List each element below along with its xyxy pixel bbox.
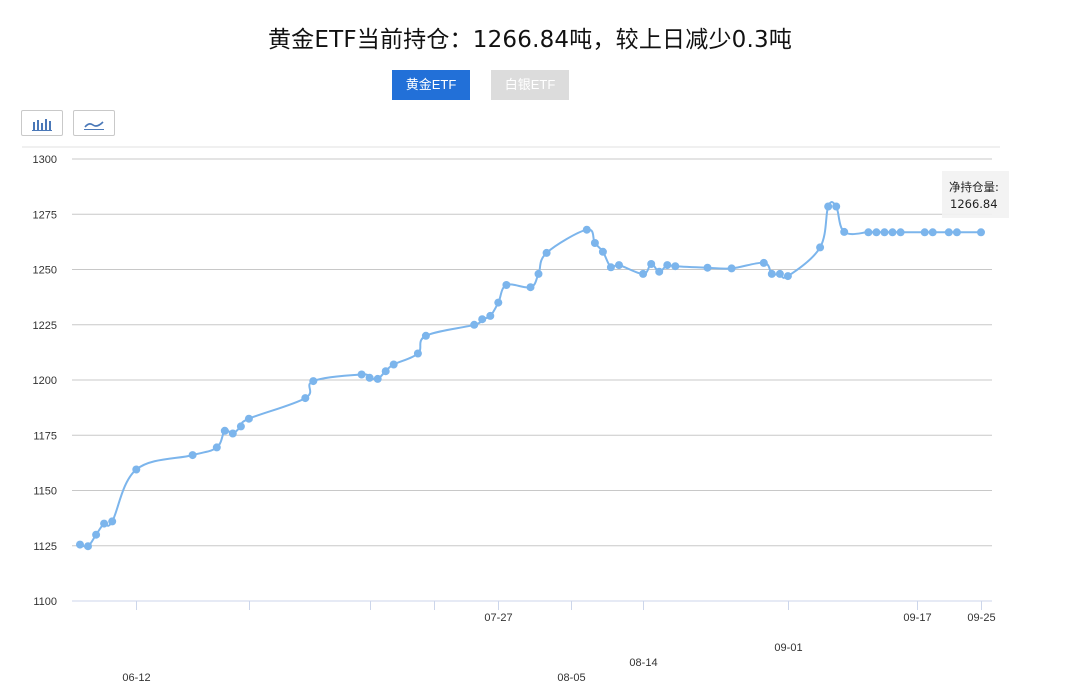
data-point[interactable] <box>502 281 511 289</box>
data-point[interactable] <box>598 247 607 256</box>
data-point[interactable] <box>494 298 503 307</box>
y-tick-label: 1225 <box>33 320 57 332</box>
y-tick-label: 1150 <box>33 486 57 498</box>
chart-grid <box>72 158 992 602</box>
x-tick-label: 08-14 <box>629 657 657 669</box>
data-point[interactable] <box>759 258 768 267</box>
data-point[interactable] <box>220 426 229 435</box>
y-tick-label: 1125 <box>33 541 57 553</box>
etf-holdings-chart: 1100 1125 1150 1175 1200 1225 1250 1275 1300 06-… <box>22 146 1009 684</box>
y-tick-label: 1300 <box>33 154 57 166</box>
data-point[interactable] <box>582 225 591 234</box>
x-tick-label: 09-17 <box>903 612 931 624</box>
series-points <box>76 202 985 551</box>
data-point[interactable] <box>421 331 430 340</box>
tooltip-label: 净持仓量: <box>949 180 999 194</box>
y-tick-label: 1100 <box>33 596 57 608</box>
data-point[interactable] <box>100 519 109 528</box>
data-point[interactable] <box>703 263 712 272</box>
data-point[interactable] <box>301 394 310 403</box>
data-point[interactable] <box>655 267 664 276</box>
data-point[interactable] <box>236 422 245 431</box>
data-point[interactable] <box>606 263 615 272</box>
data-point[interactable] <box>357 370 366 379</box>
data-point[interactable] <box>132 465 141 474</box>
data-point[interactable] <box>188 451 197 460</box>
data-point[interactable] <box>228 429 237 438</box>
data-point[interactable] <box>824 202 833 211</box>
data-point[interactable] <box>365 373 374 382</box>
data-point[interactable] <box>767 269 776 278</box>
data-point[interactable] <box>840 227 849 236</box>
series-line <box>79 201 981 548</box>
data-point[interactable] <box>542 248 551 257</box>
x-axis: 06-12 07-27 08-05 08-14 09-01 09-17 09-25 <box>122 601 996 684</box>
x-tick-label: 07-27 <box>484 612 512 624</box>
data-point[interactable] <box>896 228 905 237</box>
data-point[interactable] <box>920 228 929 237</box>
data-point[interactable] <box>977 228 985 237</box>
data-point[interactable] <box>671 262 680 271</box>
data-point[interactable] <box>928 228 937 237</box>
y-tick-label: 1175 <box>33 430 57 442</box>
data-point[interactable] <box>663 261 672 270</box>
data-point[interactable] <box>783 272 792 281</box>
x-tick-label: 06-12 <box>122 672 150 684</box>
y-tick-label: 1275 <box>33 209 57 221</box>
data-point[interactable] <box>944 228 953 237</box>
data-point[interactable] <box>478 315 487 324</box>
data-point[interactable] <box>639 269 648 278</box>
data-point[interactable] <box>381 367 390 376</box>
tooltip-value: 1266.84 <box>950 197 998 211</box>
data-point[interactable] <box>647 260 656 268</box>
data-point[interactable] <box>534 269 543 278</box>
data-point[interactable] <box>526 283 535 292</box>
data-point[interactable] <box>389 360 398 369</box>
y-tick-label: 1250 <box>33 265 57 277</box>
tooltip: 净持仓量: 1266.84 <box>942 171 1009 218</box>
data-point[interactable] <box>486 311 495 320</box>
data-point[interactable] <box>880 228 889 237</box>
data-point[interactable] <box>864 228 873 237</box>
data-point[interactable] <box>373 374 382 383</box>
y-axis: 1100 1125 1150 1175 1200 1225 1250 1275 1300 <box>33 154 57 608</box>
data-point[interactable] <box>92 530 101 539</box>
data-point[interactable] <box>108 517 117 526</box>
x-tick-label: 09-25 <box>967 612 995 624</box>
data-point[interactable] <box>832 202 841 211</box>
data-point[interactable] <box>872 228 881 237</box>
data-point[interactable] <box>727 264 736 273</box>
data-point[interactable] <box>309 377 318 386</box>
data-point[interactable] <box>775 269 784 278</box>
y-tick-label: 1200 <box>33 375 57 387</box>
data-point[interactable] <box>590 239 599 247</box>
data-point[interactable] <box>470 320 479 329</box>
data-point[interactable] <box>952 228 961 237</box>
data-point[interactable] <box>212 443 221 452</box>
x-tick-label: 09-01 <box>774 642 802 654</box>
data-point[interactable] <box>76 540 84 549</box>
data-point[interactable] <box>244 414 253 423</box>
data-point[interactable] <box>888 228 897 237</box>
data-point[interactable] <box>615 261 623 270</box>
data-point[interactable] <box>84 542 92 551</box>
data-point[interactable] <box>816 243 825 252</box>
data-point[interactable] <box>413 349 422 358</box>
x-tick-label: 08-05 <box>557 672 585 684</box>
